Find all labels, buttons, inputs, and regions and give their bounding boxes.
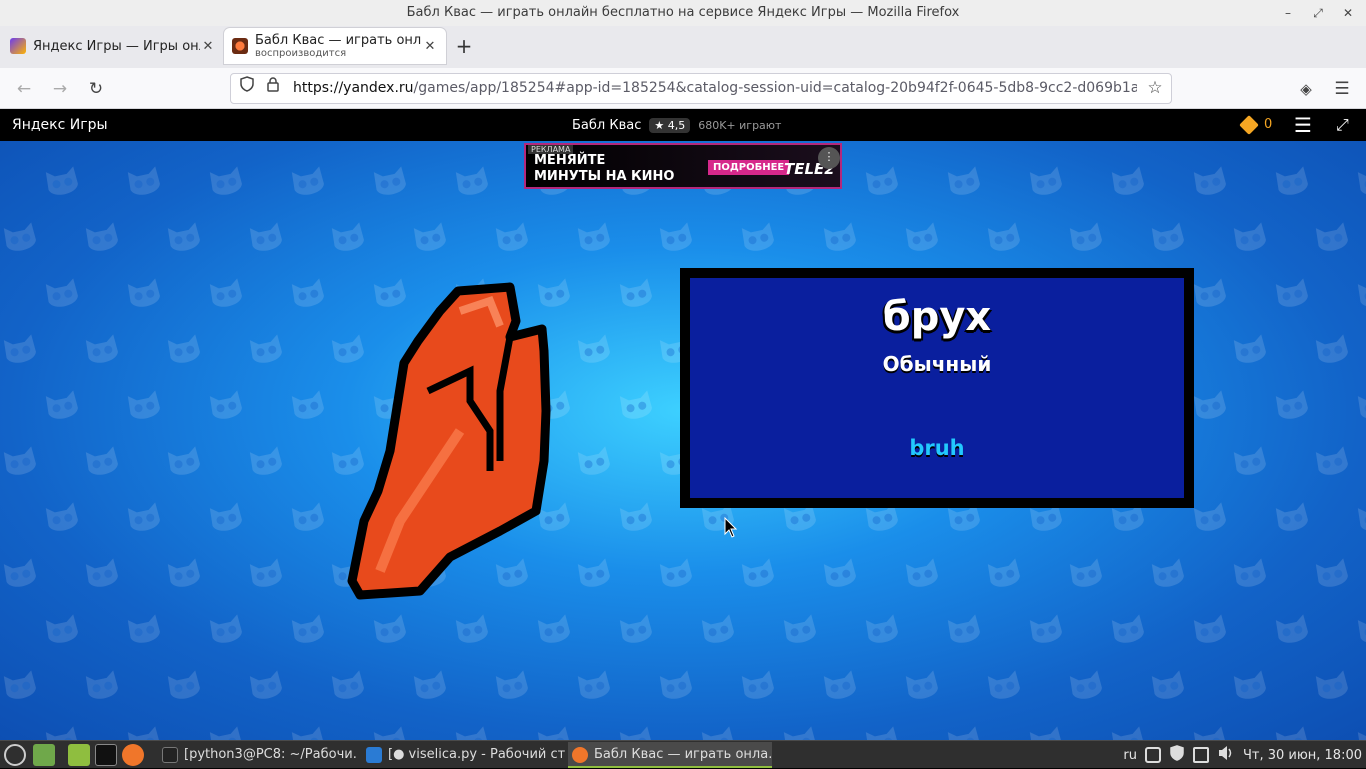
back-button[interactable]: ← (11, 76, 37, 102)
tab-bar: Яндекс Игры — Игры онлай ✕ Бабл Квас — и… (0, 26, 1366, 68)
coins-count: 0 (1264, 117, 1273, 132)
forward-button[interactable]: → (47, 76, 73, 102)
taskbar-task-vscode[interactable]: [● viselica.py - Рабочий ст... (362, 742, 566, 768)
ad-headline-1: МЕНЯЙТЕ (534, 153, 606, 168)
players-count: 680K+ играют (698, 118, 782, 132)
tab-yandex-games[interactable]: Яндекс Игры — Игры онлай ✕ (2, 28, 224, 64)
terminal-icon[interactable] (95, 744, 117, 766)
clipboard-icon[interactable] (1144, 747, 1161, 763)
ad-more-button[interactable]: ПОДРОБНЕЕ (708, 160, 790, 175)
volume-icon[interactable] (1217, 745, 1235, 765)
system-taskbar: [python3@PC8: ~/Рабочи... [● viselica.py… (0, 740, 1366, 768)
url-host: https://yandex.ru (293, 80, 414, 96)
terminal-icon (162, 747, 178, 763)
files-folder-icon[interactable] (68, 744, 90, 766)
task-label: [● viselica.py - Рабочий ст... (388, 747, 566, 762)
bookmark-star-icon[interactable]: ☆ (1145, 74, 1165, 103)
game-title: Бабл Квас (572, 117, 642, 133)
tab-playing-status: воспроизводится (255, 47, 347, 59)
mouse-cursor-icon (724, 517, 738, 538)
window-titlebar: Бабл Квас — играть онлайн бесплатно на с… (0, 0, 1366, 26)
navigation-bar: ← → ↻ https://yandex.ru/games/app/185254… (0, 68, 1366, 109)
ad-banner[interactable]: РЕКЛАМА МЕНЯЙТЕ МИНУТЫ НА КИНО ПОДРОБНЕЕ… (524, 143, 842, 189)
task-label: [python3@PC8: ~/Рабочи... (184, 747, 358, 762)
close-window-button[interactable]: ✕ (1340, 0, 1356, 26)
system-clock[interactable]: Чт, 30 июн, 18:00 (1243, 748, 1362, 763)
game-canvas[interactable]: РЕКЛАМА МЕНЯЙТЕ МИНУТЫ НА КИНО ПОДРОБНЕЕ… (0, 141, 1366, 740)
show-desktop-icon[interactable] (33, 744, 55, 766)
taskbar-task-firefox[interactable]: Бабл Квас — играть онла... (568, 742, 772, 768)
tab-babl-kvas[interactable]: Бабл Квас — играть онлайн воспроизводитс… (224, 28, 446, 64)
coin-icon (1239, 115, 1259, 135)
shield-update-icon[interactable] (1169, 744, 1185, 766)
network-icon[interactable] (1192, 747, 1209, 763)
url-bar[interactable]: https://yandex.ru/games/app/185254#app-i… (230, 73, 1172, 104)
shield-icon[interactable] (237, 74, 257, 103)
card-rarity: Обычный (882, 352, 992, 376)
card-name: бpyx (882, 294, 992, 340)
system-tray: ru Чт, 30 июн, 18:00 (1119, 741, 1366, 769)
app-menu-button[interactable]: ☰ (1329, 76, 1355, 102)
rating-badge: ★ 4,5 (649, 117, 691, 133)
firefox-launcher-icon[interactable] (122, 744, 144, 766)
tab-title: Бабл Квас — играть онлайн (255, 32, 422, 48)
mint-menu-icon[interactable] (4, 744, 26, 766)
menu-button[interactable]: ☰ (1294, 109, 1312, 141)
tab-title: Яндекс Игры — Игры онлай (33, 38, 200, 54)
pocket-icon[interactable]: ◈ (1293, 76, 1319, 102)
reload-button[interactable]: ↻ (83, 76, 109, 102)
maximize-button[interactable]: ⤢ (1310, 0, 1326, 26)
keyboard-layout[interactable]: ru (1123, 748, 1137, 763)
ad-headline-2: МИНУТЫ НА КИНО (534, 169, 675, 184)
close-tab-icon[interactable]: ✕ (422, 39, 438, 54)
firefox-icon (572, 747, 588, 763)
game-favicon-icon (232, 38, 248, 54)
close-tab-icon[interactable]: ✕ (200, 39, 216, 54)
task-label: Бабл Квас — играть онла... (594, 747, 772, 762)
card-description: bruh (909, 436, 965, 460)
vscode-icon (366, 747, 382, 763)
fullscreen-button[interactable]: ⤢ (1336, 109, 1349, 141)
taskbar-task-terminal[interactable]: [python3@PC8: ~/Рабочи... (158, 742, 358, 768)
yandex-games-logo[interactable]: Яндекс Игры (12, 109, 108, 141)
coins-balance[interactable]: 0 (1239, 109, 1273, 141)
url-text[interactable]: https://yandex.ru/games/app/185254#app-i… (293, 74, 1137, 103)
hand-character-image (347, 282, 551, 600)
yandex-games-favicon-icon (10, 38, 26, 54)
window-title: Бабл Квас — играть онлайн бесплатно на с… (406, 5, 960, 20)
ad-options-icon[interactable]: ⋮ (818, 147, 840, 169)
yandex-games-header: Яндекс Игры Бабл Квас ★ 4,5 680K+ играют… (0, 109, 1366, 141)
card-info-panel: бpyx Обычный bruh (680, 268, 1194, 508)
minimize-button[interactable]: – (1280, 0, 1296, 26)
new-tab-button[interactable]: + (446, 28, 482, 64)
lock-icon[interactable] (263, 74, 283, 103)
url-path: /games/app/185254#app-id=185254&catalog-… (413, 80, 1137, 96)
